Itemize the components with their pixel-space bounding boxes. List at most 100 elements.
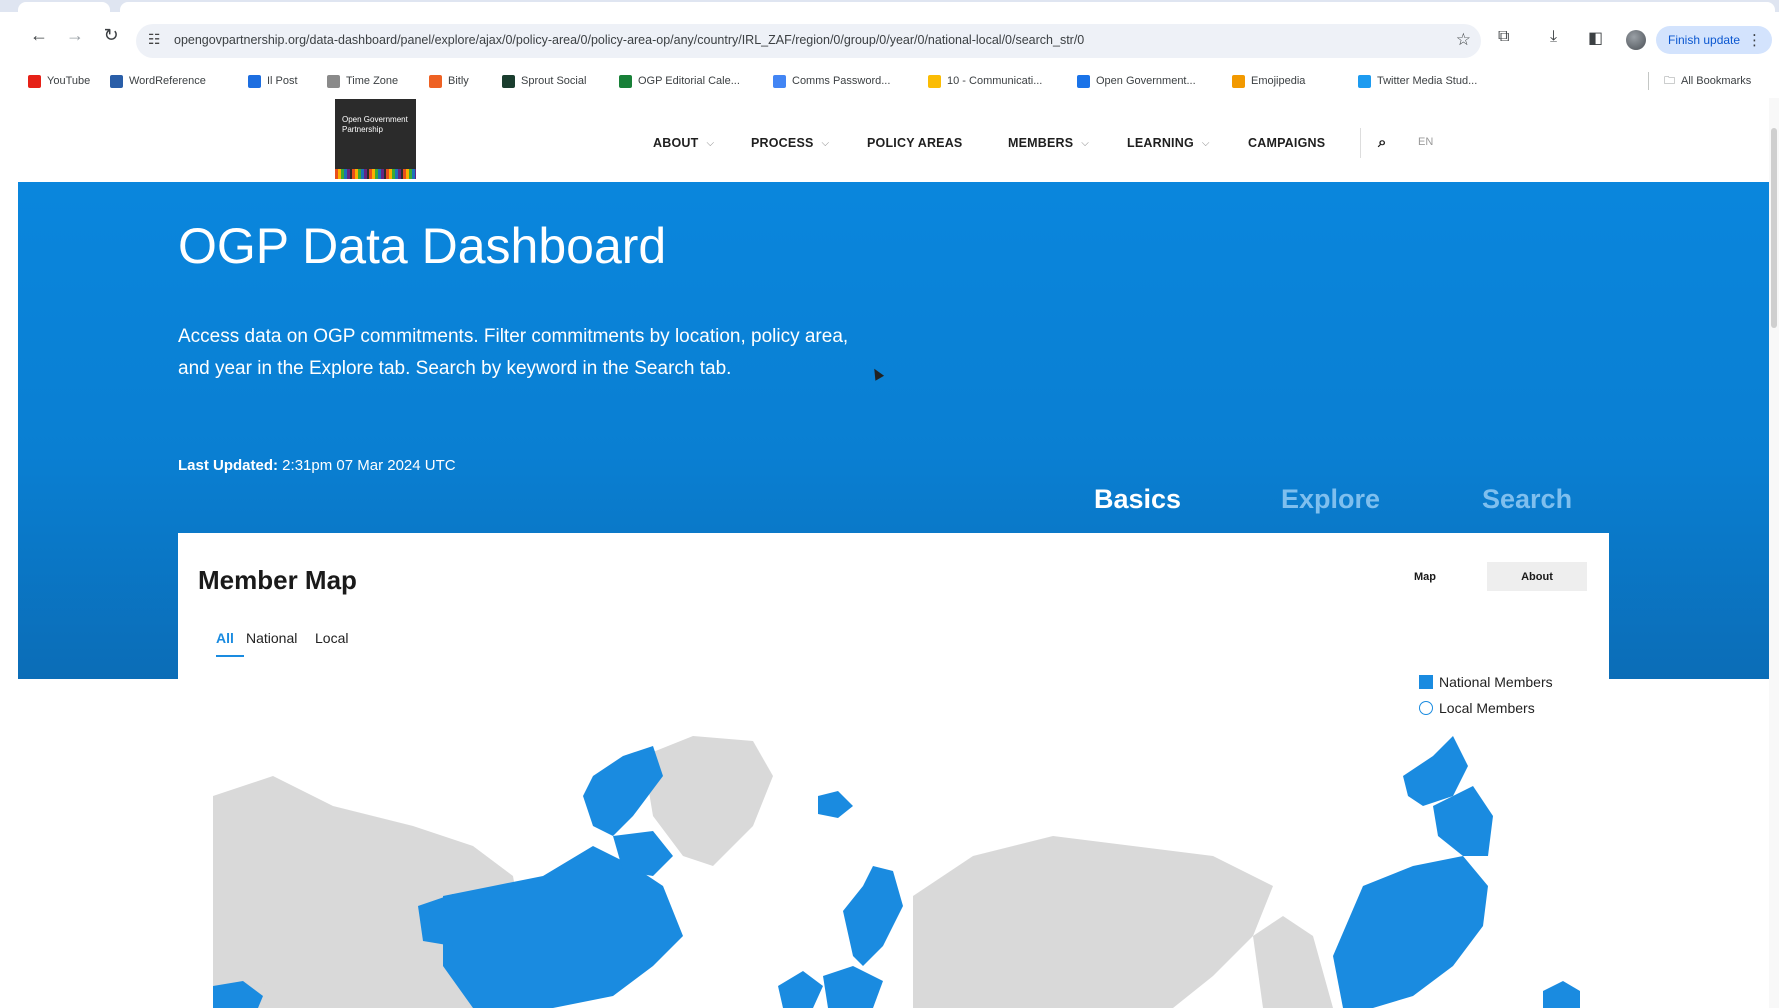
about-view-button[interactable]: About: [1487, 562, 1587, 591]
folder-icon: 🗀: [1664, 74, 1675, 87]
bookmark-item[interactable]: Time Zone: [327, 72, 398, 90]
bookmark-label: Twitter Media Stud...: [1377, 75, 1478, 87]
bookmark-item[interactable]: Il Post: [248, 72, 298, 90]
site-info-icon[interactable]: ☷: [148, 31, 161, 48]
map-land-eurasia: [913, 836, 1273, 1008]
bookmarks-separator: [1648, 72, 1649, 90]
nav-about[interactable]: ABOUT ⌵: [653, 134, 714, 152]
browser-tab-active[interactable]: [120, 2, 1775, 14]
map-member-far-east-edge: [1543, 981, 1580, 1008]
language-selector[interactable]: EN: [1418, 136, 1433, 148]
legend-circle-icon: [1419, 701, 1433, 715]
bookmark-favicon-icon: [28, 74, 41, 88]
legend-local: Local Members: [1419, 700, 1535, 716]
member-map-card: Member Map Map About All National Local …: [178, 533, 1609, 1008]
url-text[interactable]: opengovpartnership.org/data-dashboard/pa…: [174, 33, 1084, 47]
map-land-asia-east: [1253, 916, 1333, 1008]
bookmark-label: OGP Editorial Cale...: [638, 75, 740, 87]
last-updated: Last Updated: 2:31pm 07 Mar 2024 UTC: [178, 457, 456, 474]
nav-policy-areas[interactable]: POLICY AREAS: [867, 134, 962, 152]
all-bookmarks-button[interactable]: 🗀 All Bookmarks: [1664, 72, 1751, 90]
legend-national-label: National Members: [1439, 674, 1553, 690]
nav-process-label: PROCESS: [751, 136, 814, 150]
scrollbar-thumb[interactable]: [1771, 128, 1777, 328]
bookmark-favicon-icon: [502, 74, 515, 88]
search-icon[interactable]: ⌕: [1378, 134, 1386, 151]
bookmark-item[interactable]: Sprout Social: [502, 72, 586, 90]
world-map[interactable]: [213, 736, 1580, 1008]
bookmark-item[interactable]: Open Government...: [1077, 72, 1196, 90]
address-bar[interactable]: ☷ opengovpartnership.org/data-dashboard/…: [136, 24, 1481, 58]
tab-basics[interactable]: Basics: [1094, 484, 1181, 515]
nav-campaigns-label: CAMPAIGNS: [1248, 136, 1326, 150]
nav-process[interactable]: PROCESS ⌵: [751, 134, 829, 152]
bookmark-label: Il Post: [267, 75, 298, 87]
map-member-iceland: [818, 791, 853, 818]
bookmark-favicon-icon: [429, 74, 442, 88]
nav-campaigns[interactable]: CAMPAIGNS: [1248, 134, 1325, 152]
bookmark-item[interactable]: Emojipedia: [1232, 72, 1305, 90]
back-icon[interactable]: ←: [28, 24, 50, 46]
download-icon[interactable]: ⤓: [1550, 28, 1557, 46]
bookmark-item[interactable]: OGP Editorial Cale...: [619, 72, 740, 90]
nav-learning[interactable]: LEARNING ⌵: [1127, 134, 1210, 152]
last-updated-value: 2:31pm 07 Mar 2024 UTC: [278, 457, 456, 474]
tab-search[interactable]: Search: [1482, 484, 1572, 515]
bookmark-favicon-icon: [773, 74, 786, 88]
legend-local-label: Local Members: [1439, 700, 1535, 716]
subtab-all[interactable]: All: [216, 630, 234, 646]
bookmark-label: Emojipedia: [1251, 75, 1306, 87]
map-member-east-canada: [1333, 856, 1488, 1008]
bookmark-label: Open Government...: [1096, 75, 1196, 87]
tab-strip: [0, 0, 1779, 14]
map-member-europe-central: [823, 966, 883, 1008]
chevron-down-icon: ⌵: [1201, 137, 1210, 149]
chevron-down-icon: ⌵: [1081, 137, 1090, 149]
browser-tab[interactable]: [18, 2, 110, 14]
more-menu-icon[interactable]: ⋮: [1747, 31, 1762, 49]
bookmark-favicon-icon: [248, 74, 261, 88]
page-title: OGP Data Dashboard: [178, 218, 667, 274]
bookmark-label: Sprout Social: [521, 75, 587, 87]
bookmark-item[interactable]: Comms Password...: [773, 72, 890, 90]
bookmark-label: Bitly: [448, 75, 469, 87]
page-scrollbar[interactable]: [1769, 98, 1779, 1008]
map-member-scandinavia: [843, 866, 903, 966]
reload-icon[interactable]: ↻: [100, 24, 122, 46]
nav-about-label: ABOUT: [653, 136, 699, 150]
map-member-europe-west: [778, 971, 823, 1008]
chevron-down-icon: ⌵: [706, 137, 715, 149]
all-bookmarks-label: All Bookmarks: [1681, 75, 1752, 87]
nav-members[interactable]: MEMBERS ⌵: [1008, 134, 1089, 152]
subtab-local[interactable]: Local: [315, 630, 348, 646]
legend-national: National Members: [1419, 674, 1553, 690]
forward-icon[interactable]: →: [64, 24, 86, 46]
bookmark-favicon-icon: [110, 74, 123, 88]
bookmark-item[interactable]: YouTube: [28, 72, 90, 90]
map-view-button[interactable]: Map: [1414, 571, 1436, 583]
map-member-canada-arctic: [583, 746, 663, 836]
bookmark-label: Comms Password...: [792, 75, 891, 87]
bookmark-favicon-icon: [619, 74, 632, 88]
profile-avatar[interactable]: [1626, 30, 1646, 50]
bookmark-item[interactable]: 10 - Communicati...: [928, 72, 1042, 90]
bookmark-item[interactable]: WordReference: [110, 72, 206, 90]
ogp-logo[interactable]: Open Government Partnership: [335, 99, 416, 179]
bookmark-label: YouTube: [47, 75, 91, 87]
finish-update-button[interactable]: Finish update ⋮: [1656, 26, 1772, 54]
subtab-active-indicator: [216, 655, 244, 657]
finish-update-label: Finish update: [1668, 33, 1741, 47]
subtab-national[interactable]: National: [246, 630, 297, 646]
hero-description: Access data on OGP commitments. Filter c…: [178, 326, 849, 379]
bookmark-star-icon[interactable]: ☆: [1456, 30, 1471, 50]
tab-explore[interactable]: Explore: [1281, 484, 1380, 515]
bookmark-favicon-icon: [928, 74, 941, 88]
extensions-icon[interactable]: ⧉: [1498, 28, 1509, 46]
logo-text: Open Government Partnership: [342, 115, 408, 134]
bookmark-item[interactable]: Bitly: [429, 72, 469, 90]
side-panel-icon[interactable]: ◧: [1588, 28, 1603, 48]
bookmark-item[interactable]: Twitter Media Stud...: [1358, 72, 1477, 90]
bookmark-label: 10 - Communicati...: [947, 75, 1043, 87]
nav-learning-label: LEARNING: [1127, 136, 1194, 150]
nav-divider: [1360, 128, 1361, 158]
